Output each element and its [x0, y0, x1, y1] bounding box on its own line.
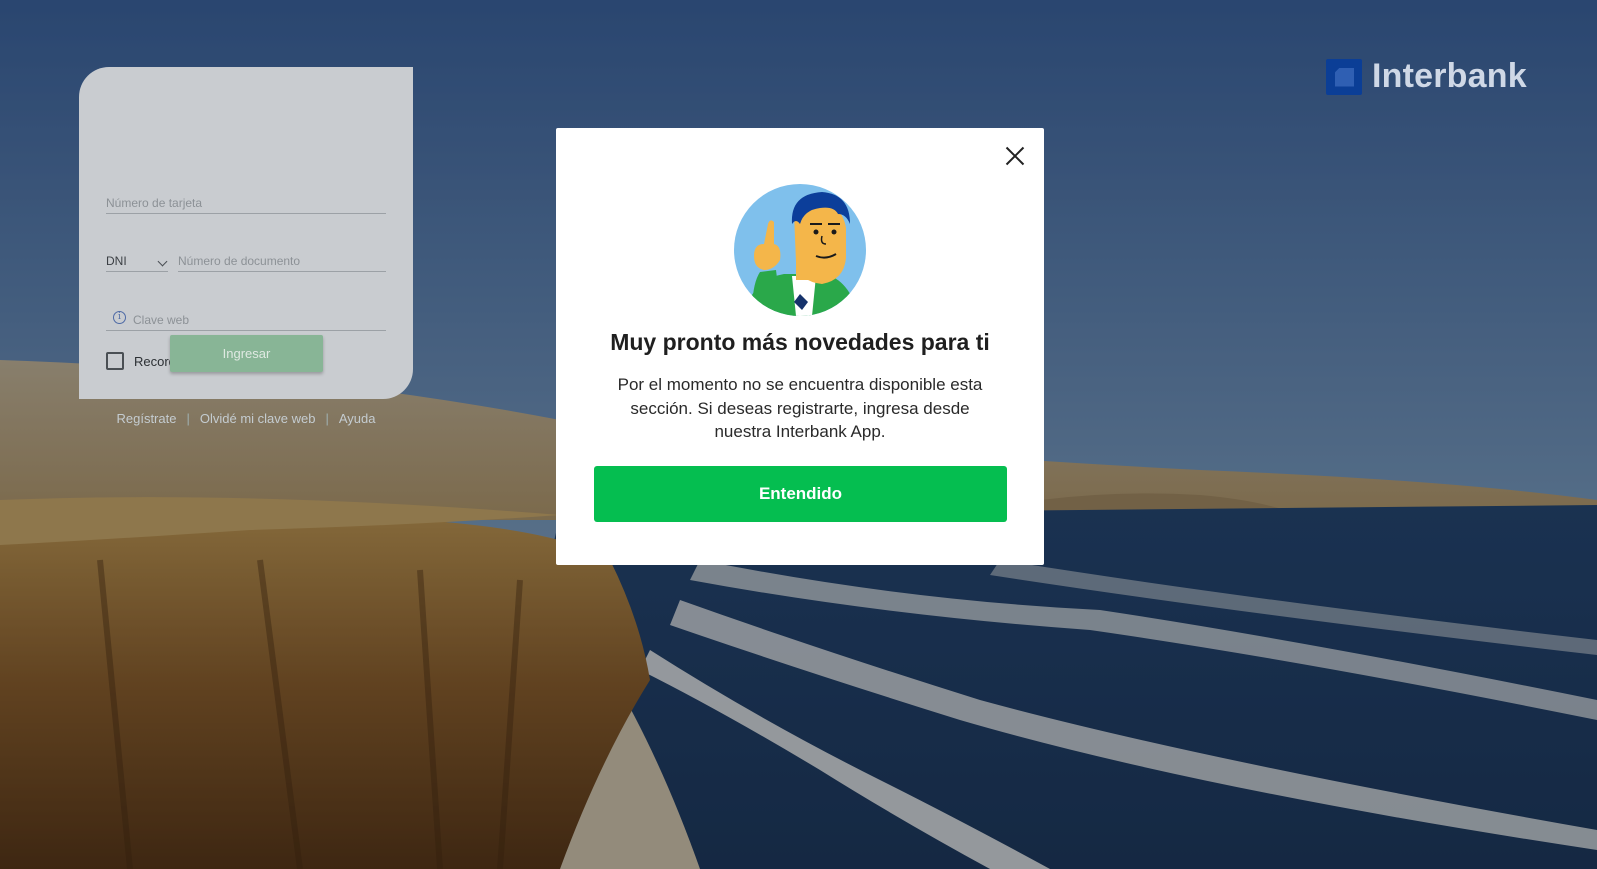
- forgot-password-link[interactable]: Olvidé mi clave web: [200, 411, 316, 426]
- brand-name: Interbank: [1372, 57, 1527, 95]
- close-icon[interactable]: [1004, 145, 1026, 167]
- footer-separator: |: [186, 411, 190, 426]
- understood-button[interactable]: Entendido: [594, 466, 1007, 522]
- login-form: Número de tarjeta DNI Número de document…: [79, 67, 413, 399]
- brand-logo: Interbank: [1326, 57, 1527, 96]
- modal-message: Por el momento no se encuentra disponibl…: [617, 375, 983, 441]
- document-number-input[interactable]: Número de documento: [178, 247, 386, 272]
- login-footer-links: Regístrate | Olvidé mi clave web | Ayuda: [79, 411, 413, 426]
- register-link[interactable]: Regístrate: [116, 411, 176, 426]
- login-submit-button[interactable]: Ingresar: [170, 335, 323, 372]
- web-password-placeholder: Clave web: [133, 313, 190, 327]
- document-type-value: DNI: [106, 254, 127, 268]
- footer-separator: |: [325, 411, 329, 426]
- login-card: Número de tarjeta DNI Número de document…: [79, 67, 413, 439]
- chevron-down-icon: [157, 256, 168, 267]
- advisor-illustration: [734, 184, 866, 316]
- web-password-input[interactable]: i Clave web: [106, 306, 386, 331]
- card-number-placeholder: Número de tarjeta: [106, 196, 203, 210]
- card-number-input[interactable]: Número de tarjeta: [106, 189, 386, 214]
- info-icon[interactable]: i: [113, 311, 126, 324]
- remember-checkbox[interactable]: [106, 352, 124, 370]
- document-number-placeholder: Número de documento: [178, 254, 301, 268]
- document-type-select[interactable]: DNI: [106, 247, 168, 272]
- info-modal: Muy pronto más novedades para ti Por el …: [556, 128, 1044, 565]
- help-link[interactable]: Ayuda: [339, 411, 376, 426]
- modal-title: Muy pronto más novedades para ti: [610, 329, 990, 355]
- interbank-logo-icon: [1326, 58, 1362, 95]
